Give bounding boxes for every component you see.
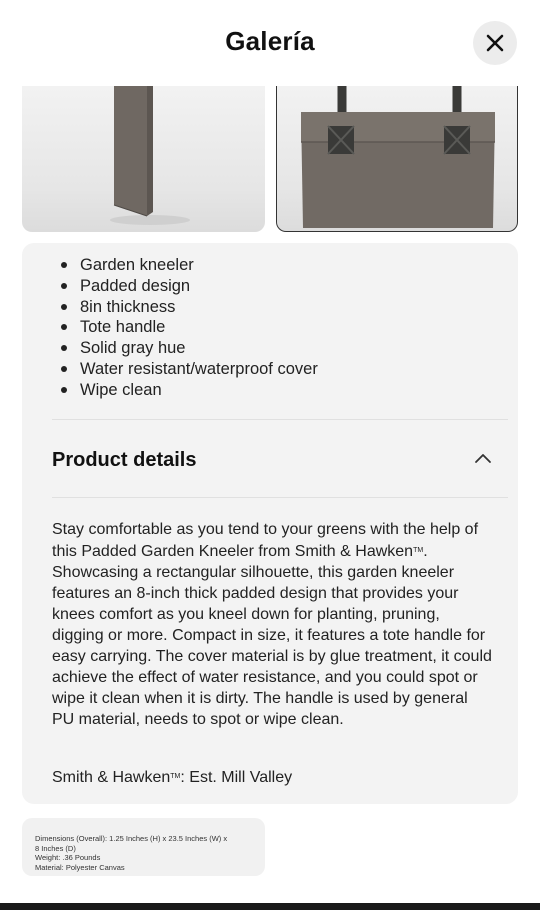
list-item: Water resistant/waterproof cover xyxy=(58,359,318,380)
gallery-header: Galería xyxy=(0,0,540,86)
divider xyxy=(52,419,508,420)
list-item: Solid gray hue xyxy=(58,338,318,359)
brand-line: Smith & HawkenTM: Est. Mill Valley xyxy=(52,769,293,786)
list-item: 8in thickness xyxy=(58,297,318,318)
divider xyxy=(52,497,508,498)
product-details-toggle[interactable]: Product details xyxy=(22,421,518,497)
product-description: Stay comfortable as you tend to your gre… xyxy=(52,521,492,728)
image-thumbnails xyxy=(0,86,540,234)
spec-line: Material: Polyester Canvas xyxy=(35,862,125,872)
kneeler-side-image xyxy=(110,86,190,225)
chevron-up-icon xyxy=(475,454,491,463)
bottom-bar xyxy=(0,903,540,910)
list-item: Tote handle xyxy=(58,317,318,338)
product-details-title: Product details xyxy=(52,449,197,471)
list-item: Padded design xyxy=(58,276,318,297)
close-icon xyxy=(486,34,504,52)
list-item: Garden kneeler xyxy=(58,255,318,276)
kneeler-tote-image xyxy=(301,86,495,228)
page-title: Galería xyxy=(225,26,315,56)
spec-line: Weight: .36 Pounds xyxy=(35,853,101,862)
product-image-thumbnail-selected[interactable] xyxy=(276,86,518,232)
specifications-card[interactable]: Dimensions (Overall): 1.25 Inches (H) x … xyxy=(22,818,265,876)
list-item: Wipe clean xyxy=(58,380,318,401)
spec-line: 8 Inches (D) xyxy=(35,843,76,853)
highlights-list: Garden kneeler Padded design 8in thickne… xyxy=(58,255,318,401)
product-image-thumbnail[interactable] xyxy=(22,86,265,232)
spec-line: Dimensions (Overall): 1.25 Inches (H) x … xyxy=(35,834,228,843)
close-button[interactable] xyxy=(473,21,517,65)
product-info-panel: Garden kneeler Padded design 8in thickne… xyxy=(22,243,518,804)
